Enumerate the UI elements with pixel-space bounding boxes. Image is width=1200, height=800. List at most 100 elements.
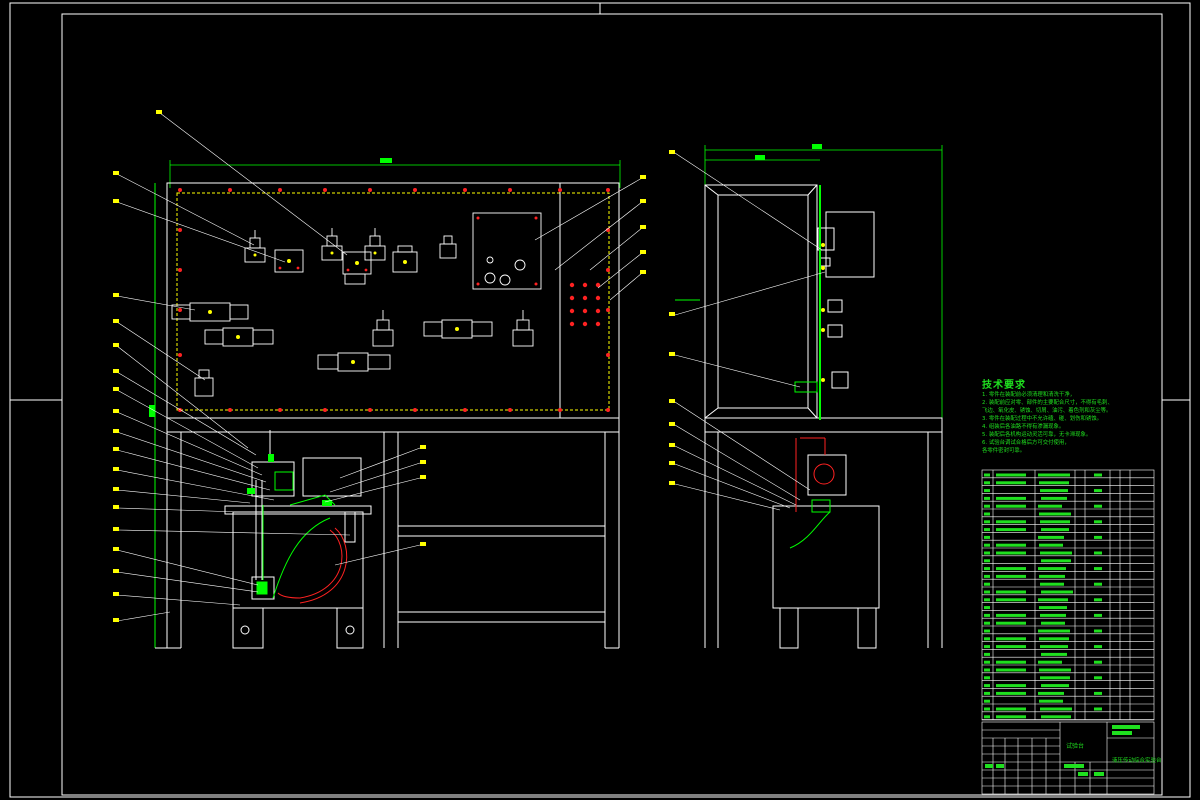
title-block-cells [985,725,1140,776]
bom-item-number [984,684,990,688]
bom-item-code [996,590,1026,594]
bom-item-number [984,473,990,477]
bom-item-code [996,621,1026,625]
bom-item-number [984,613,990,617]
bom-item-number [984,504,990,508]
bom-item-code [996,543,1026,547]
tank-window [277,527,348,604]
bom-item-qty [1094,598,1102,602]
requirement-line: 各零件密封可靠。 [982,448,1026,454]
oil-tank [224,430,372,649]
bom-item-code [996,637,1026,641]
side-frame [704,184,943,649]
bom-item-name [1041,496,1067,500]
bom-item-name [1038,691,1064,695]
bom-item-number [984,489,990,493]
bom-item-code [996,691,1026,695]
bom-item-number [984,621,990,625]
bom-item-name [1039,481,1069,485]
valve-ports [278,216,538,286]
panel-valves [171,212,542,397]
bom-item-name [1038,473,1070,477]
bom-item-number [984,645,990,649]
bom-item-name [1041,559,1071,563]
bom-item-name [1038,660,1062,664]
bom-item-name [1039,606,1067,610]
bom-item-number [984,699,990,703]
bom-item-name [1040,613,1066,617]
bom-item-number [984,691,990,695]
bom-item-qty [1094,535,1102,539]
bom-item-name [1038,629,1070,633]
bom-item-number [984,606,990,610]
bom-item-name [1040,582,1064,586]
bom-item-code [996,567,1026,571]
bom-item-name [1038,535,1064,539]
bom-item-number [984,559,990,563]
bom-item-name [1040,520,1070,524]
bom-item-name [1039,512,1071,516]
bom-item-qty [1094,660,1102,664]
side-fittings [821,243,825,382]
panel-marker [149,405,155,417]
bom-item-qty [1094,676,1102,680]
bom-item-name [1038,567,1066,571]
bom-item-qty [1094,691,1102,695]
requirement-line: 5. 装配后各机构运动灵活可靠，无卡滞现象。 [982,432,1092,438]
bom-item-number [984,535,990,539]
bom-item-code [996,520,1026,524]
bom-item-qty [1094,645,1102,649]
test-panel [166,182,620,419]
bom-item-code [996,528,1026,532]
bom-item-code [996,645,1026,649]
bom-item-name [1039,543,1063,547]
technical-requirements-title: 技术要求 [982,380,1026,391]
bom-item-qty [1094,613,1102,617]
bom-item-name [1039,574,1065,578]
bom-item-number [984,660,990,664]
bom-item-qty [1094,707,1102,711]
bom-item-qty [1094,567,1102,571]
bom-item-code [996,613,1026,617]
bom-item-code [996,598,1026,602]
bom-item-name [1041,621,1065,625]
side-callout-labels [669,150,675,485]
bom-item-code [996,481,1026,485]
bom-item-code [996,684,1026,688]
dimension-text-box [380,158,392,163]
bom-item-qty [1094,520,1102,524]
requirement-line: 飞边、氧化皮、锈蚀、切屑、油污、着色剂和灰尘等。 [982,408,1112,414]
bom-item-number [984,652,990,656]
bom-item-code [996,496,1026,500]
bom-item-number [984,629,990,633]
dimension-width [169,160,621,188]
bom-item-name [1039,699,1063,703]
title-block-name: 试验台 [1066,743,1085,750]
requirement-line: 1. 零件在装配前必须清理和清洗干净， [982,392,1076,398]
front-view [113,110,646,649]
bom-item-name [1041,715,1071,719]
bom-item-name [1041,590,1073,594]
front-leaders [116,112,643,622]
bom-item-name [1040,676,1070,680]
bom-item-name [1039,637,1069,641]
bom-item-number [984,668,990,672]
bom-item-qty [1094,551,1102,555]
technical-requirements: 技术要求 1. 零件在装配前必须清理和清洗干净， 2. 装配前应对零、部件的主要… [982,376,1172,455]
bom-item-number [984,582,990,586]
bom-item-name [1040,489,1068,493]
side-leaders [674,152,826,511]
bom-item-number [984,598,990,602]
bom-item-name [1041,528,1069,532]
valve-details [208,251,459,364]
bom-item-code [996,668,1026,672]
side-red-lines [795,437,835,512]
bom-item-number [984,590,990,594]
bom-item-qty [1094,582,1102,586]
bom-item-name [1040,707,1072,711]
table-frame [155,417,620,649]
bom-item-number [984,574,990,578]
bom-item-number [984,496,990,500]
bom-item-number [984,528,990,532]
bom-item-number [984,707,990,711]
